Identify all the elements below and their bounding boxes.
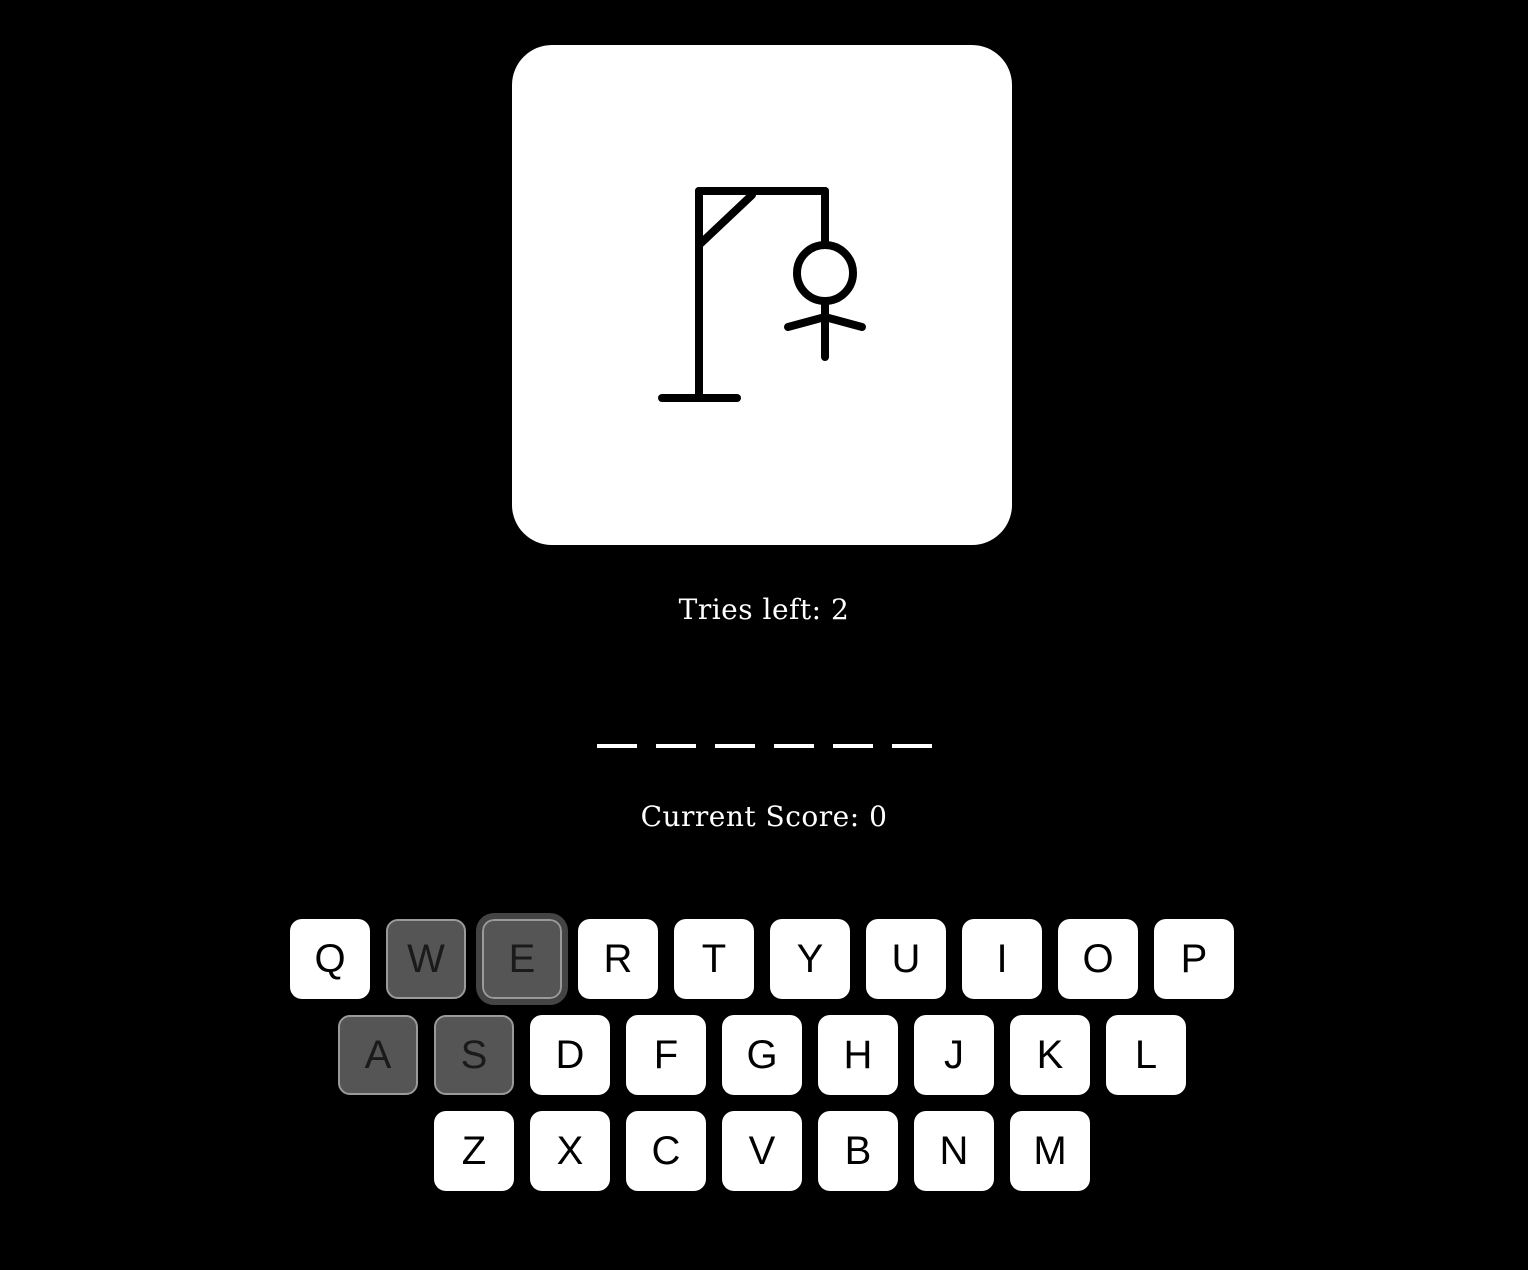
current-score-label: Current Score: xyxy=(640,800,860,833)
current-score-value: 0 xyxy=(869,800,888,833)
hangman-drawing-panel xyxy=(512,45,1012,545)
key-y[interactable]: Y xyxy=(770,919,850,999)
key-h[interactable]: H xyxy=(818,1015,898,1095)
key-b[interactable]: B xyxy=(818,1111,898,1191)
key-r[interactable]: R xyxy=(578,919,658,999)
letter-blank xyxy=(773,744,814,748)
letter-blank xyxy=(655,744,696,748)
key-n[interactable]: N xyxy=(914,1111,994,1191)
key-i[interactable]: I xyxy=(962,919,1042,999)
hangman-right-arm xyxy=(821,313,866,331)
key-z[interactable]: Z xyxy=(434,1111,514,1191)
key-g[interactable]: G xyxy=(722,1015,802,1095)
key-l[interactable]: L xyxy=(1106,1015,1186,1095)
key-s[interactable]: S xyxy=(434,1015,514,1095)
hangman-head xyxy=(793,241,857,305)
letter-blank xyxy=(596,744,637,748)
key-m[interactable]: M xyxy=(1010,1111,1090,1191)
word-blanks xyxy=(0,744,1528,748)
key-e[interactable]: E xyxy=(476,913,568,1005)
key-u[interactable]: U xyxy=(866,919,946,999)
key-x[interactable]: X xyxy=(530,1111,610,1191)
key-d[interactable]: D xyxy=(530,1015,610,1095)
key-a[interactable]: A xyxy=(338,1015,418,1095)
key-c[interactable]: C xyxy=(626,1111,706,1191)
tries-left-text: Tries left: 2 xyxy=(0,593,1528,626)
letter-blank xyxy=(714,744,755,748)
key-f[interactable]: F xyxy=(626,1015,706,1095)
key-w[interactable]: W xyxy=(386,919,466,999)
tries-left-label: Tries left: xyxy=(678,593,822,626)
letter-blank xyxy=(891,744,932,748)
hangman-left-arm xyxy=(784,313,829,331)
key-t[interactable]: T xyxy=(674,919,754,999)
gallows-brace xyxy=(695,191,756,249)
current-score-text: Current Score: 0 xyxy=(0,800,1528,833)
key-q[interactable]: Q xyxy=(290,919,370,999)
letter-blank xyxy=(832,744,873,748)
key-p[interactable]: P xyxy=(1154,919,1234,999)
key-k[interactable]: K xyxy=(1010,1015,1090,1095)
key-o[interactable]: O xyxy=(1058,919,1138,999)
key-v[interactable]: V xyxy=(722,1111,802,1191)
hangman-figure xyxy=(658,187,866,402)
key-j[interactable]: J xyxy=(914,1015,994,1095)
tries-left-value: 2 xyxy=(831,593,850,626)
